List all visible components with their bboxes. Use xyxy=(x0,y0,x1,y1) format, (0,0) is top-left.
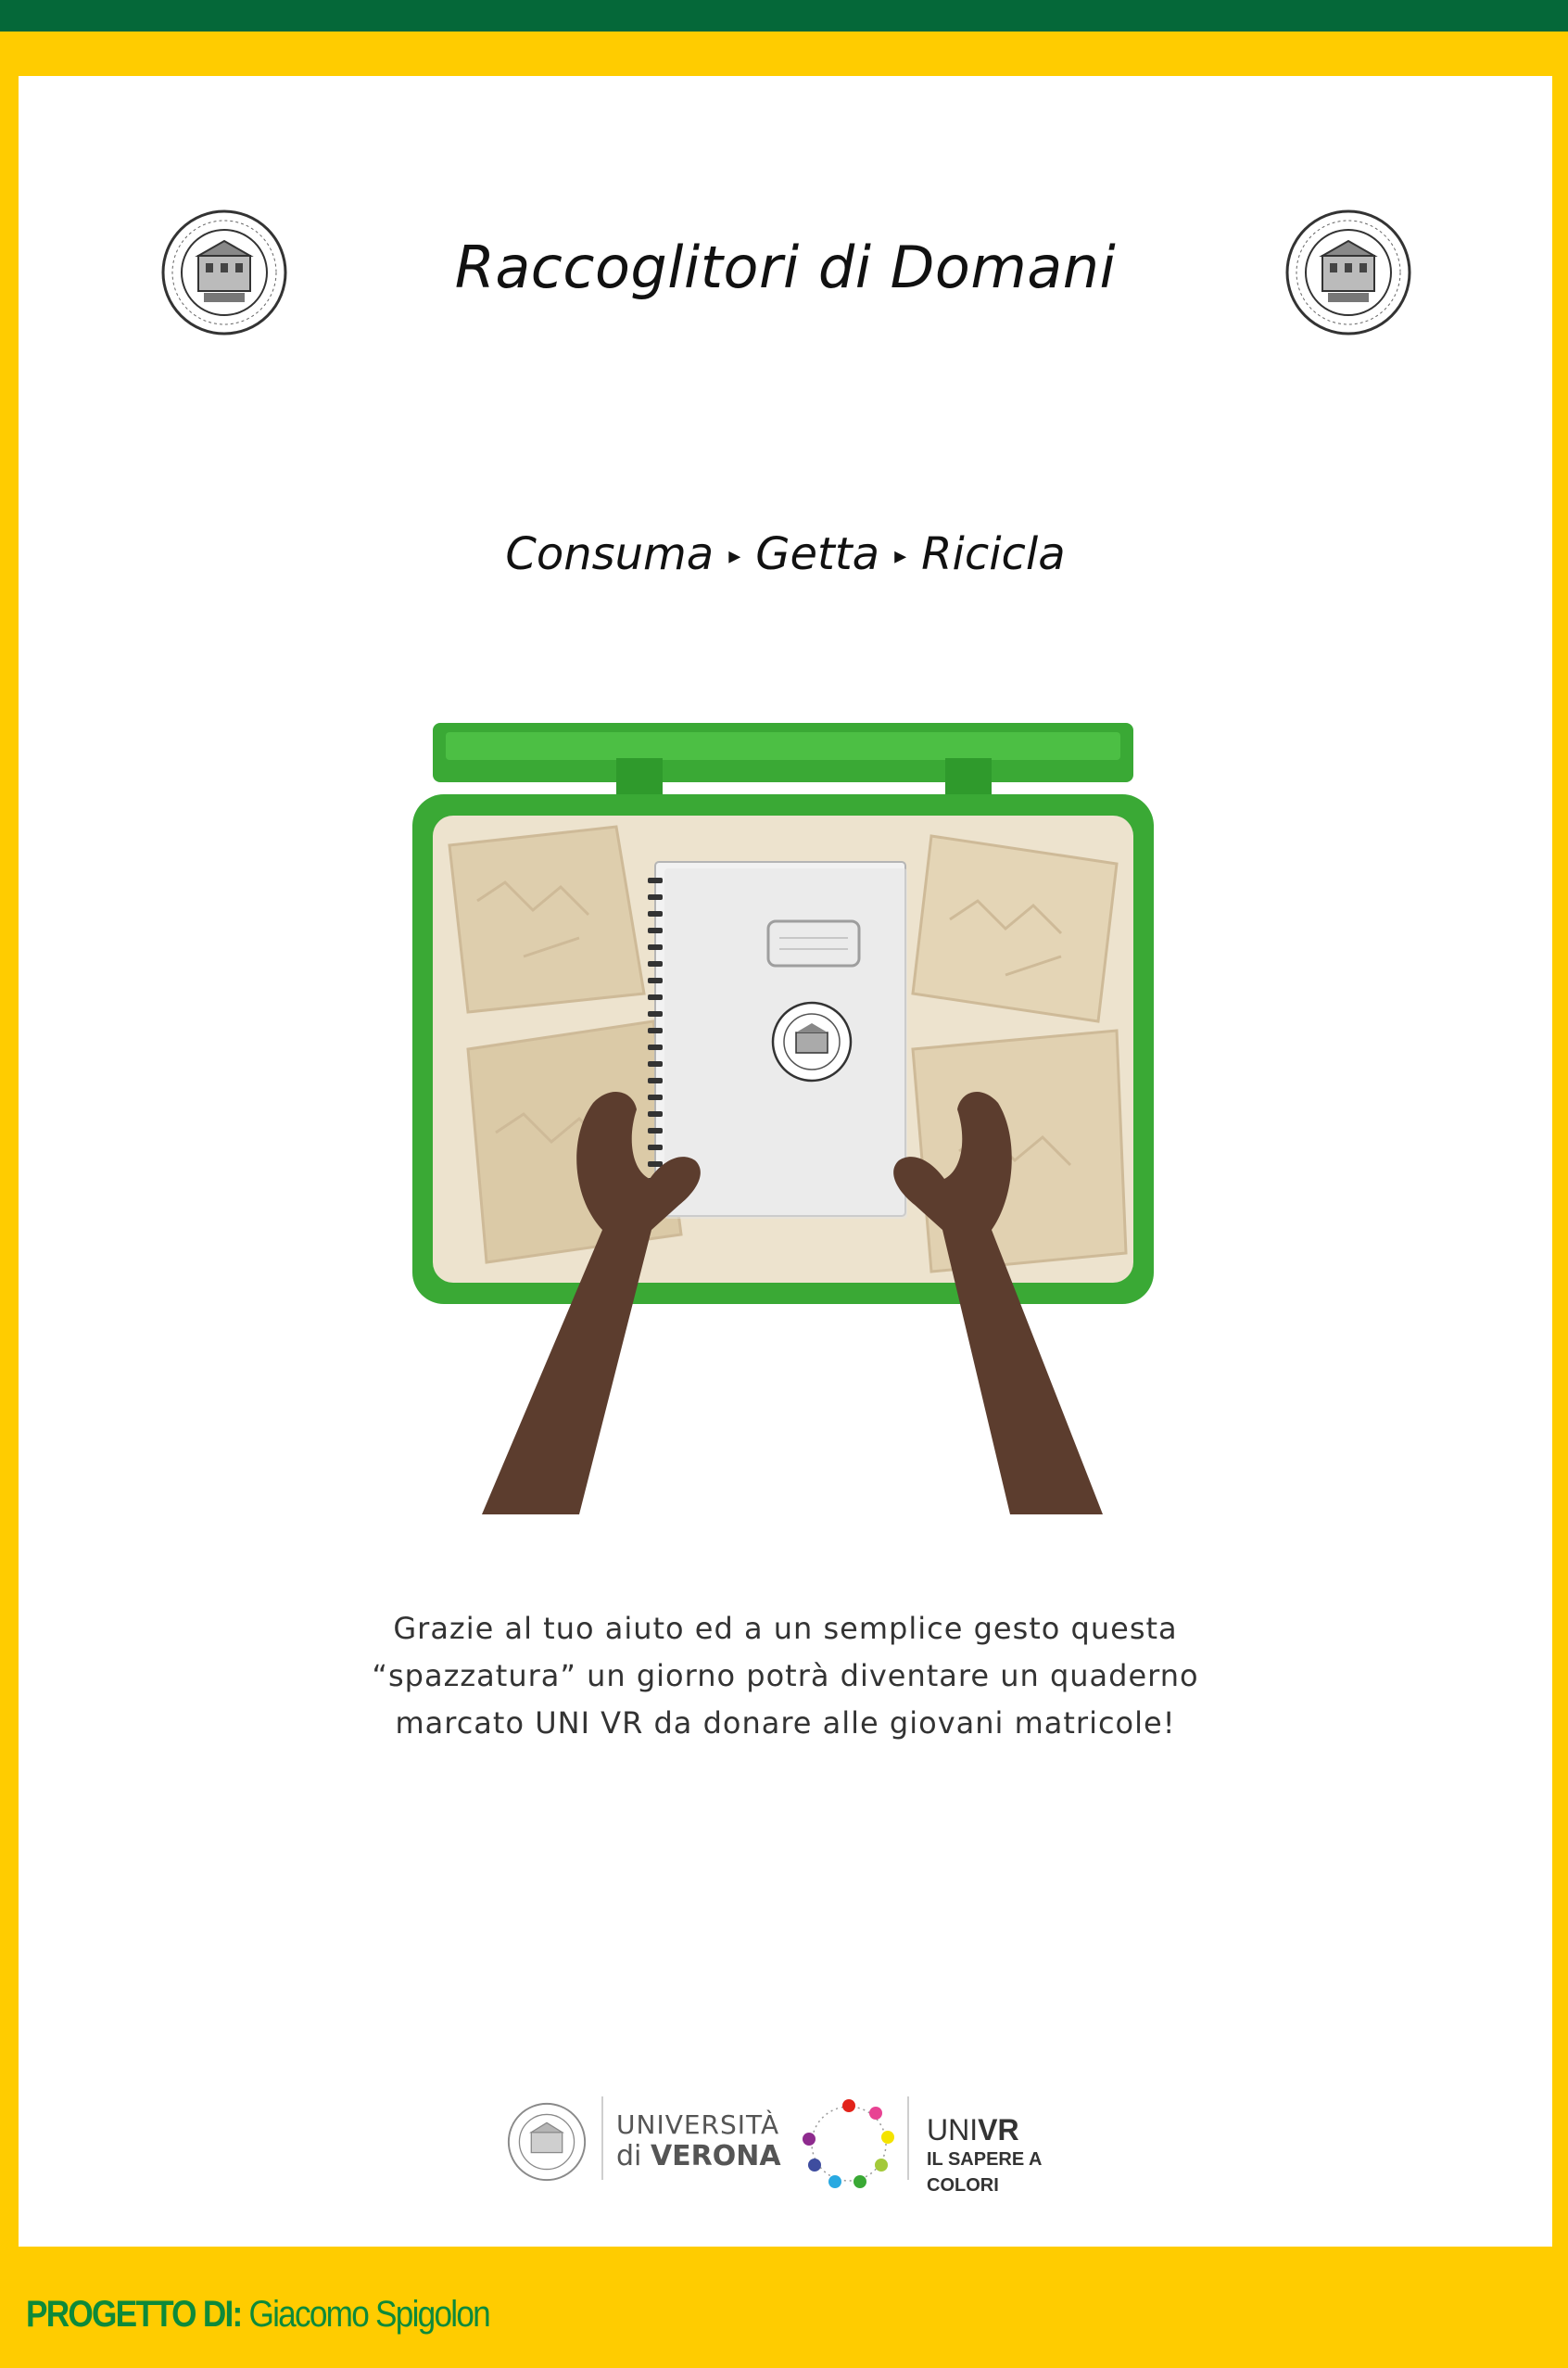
page-title: Raccoglitori di Domani xyxy=(454,234,1117,301)
message-line: marcato UNI VR da donare alle giovani ma… xyxy=(395,1705,1176,1741)
message-text: Grazie al tuo aiuto ed a un semplice ges… xyxy=(19,1605,1552,1747)
credit-name: Giacomo Spigolon xyxy=(248,2294,491,2335)
recycle-bin-notebook-illustration xyxy=(412,723,1154,1514)
credit-label: PROGETTO DI: xyxy=(26,2294,243,2335)
univr-wordmark: UNIVR xyxy=(927,2113,1117,2146)
univr-wordmark-bold: VR xyxy=(978,2113,1019,2146)
logo-strip: UNIVERSITÀ di VERONA UNIVR IL SAPERE A C… xyxy=(487,2087,1117,2198)
univr-brand: UNIVR IL SAPERE A COLORI xyxy=(927,2113,1117,2198)
univr-tagline: IL SAPERE A COLORI xyxy=(927,2149,1042,2196)
slogan-step-ricicla: Ricicla xyxy=(921,528,1066,580)
slogan-arrow-icon: ▸ xyxy=(894,542,907,570)
message-line: “spazzatura” un giorno potrà diventare u… xyxy=(372,1658,1199,1693)
poster: Raccoglitori di Domani Consuma ▸ Getta ▸ Ric… xyxy=(19,76,1552,2247)
university-name: UNIVERSITÀ di VERONA xyxy=(616,2109,781,2172)
logo-divider xyxy=(601,2096,603,2180)
university-seal-icon xyxy=(507,2102,587,2182)
message-line: Grazie al tuo aiuto ed a un semplice ges… xyxy=(393,1611,1178,1646)
university-name-line1: UNIVERSITÀ xyxy=(616,2109,780,2140)
colored-dots-ring-icon xyxy=(803,2099,894,2188)
university-name-line2: di VERONA xyxy=(616,2141,781,2172)
university-name-bold: VERONA xyxy=(650,2140,781,2172)
logo-divider xyxy=(907,2096,909,2180)
top-bar xyxy=(0,0,1568,32)
slogan: Consuma ▸ Getta ▸ Ricicla xyxy=(19,528,1552,580)
university-name-prefix: di xyxy=(616,2140,642,2172)
project-credit: PROGETTO DI: Giacomo Spigolon xyxy=(26,2294,491,2336)
slogan-step-getta: Getta xyxy=(755,528,880,580)
univr-wordmark-light: UNI xyxy=(927,2113,979,2146)
slogan-arrow-icon: ▸ xyxy=(728,542,741,570)
slogan-step-consuma: Consuma xyxy=(505,528,714,580)
